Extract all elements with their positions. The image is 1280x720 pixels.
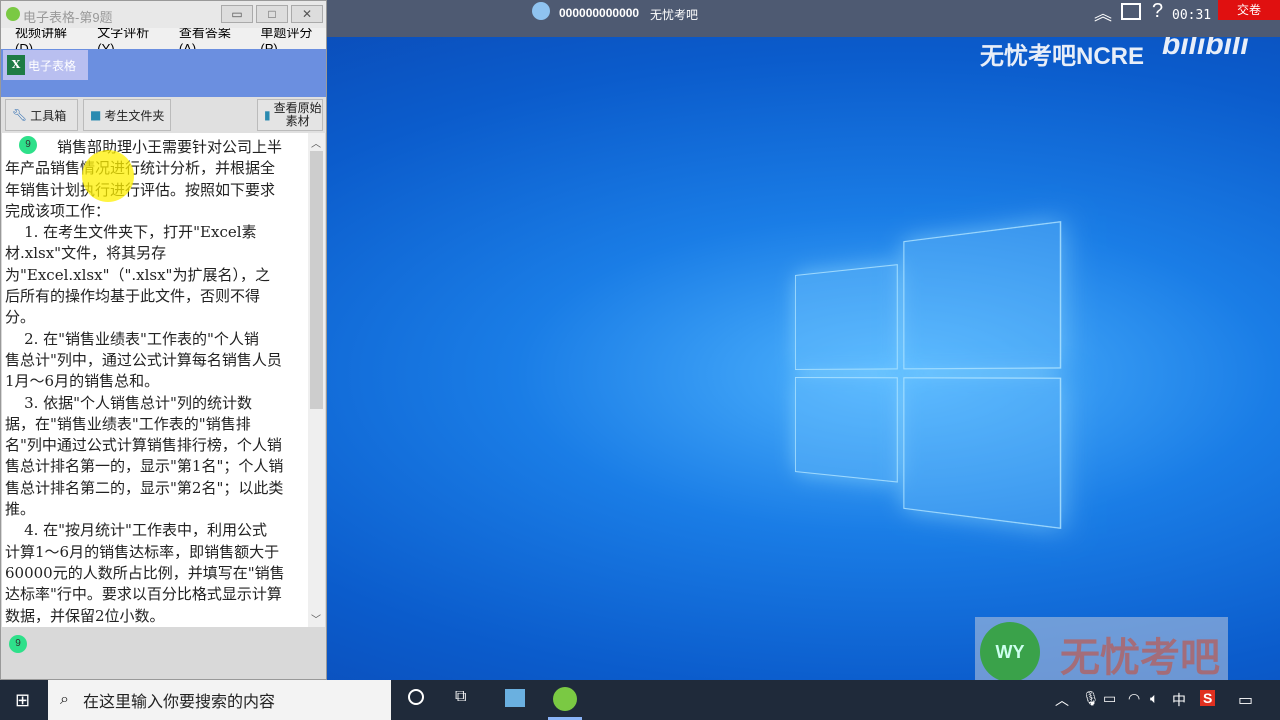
microphone-icon[interactable]: 🎙︎ — [1082, 690, 1100, 707]
maximize-button[interactable]: □ — [256, 5, 288, 23]
scroll-thumb[interactable] — [310, 151, 323, 409]
timer: 00:31 — [1172, 8, 1212, 23]
app-icon — [6, 7, 20, 21]
search-placeholder: 在这里输入你要搜索的内容 — [82, 694, 275, 711]
wifi-icon[interactable]: ◠ — [1128, 690, 1140, 707]
text-line: 推。 — [5, 500, 36, 519]
window-icon[interactable] — [1121, 3, 1141, 20]
toolbox-button[interactable]: 🔧︎ 工具箱 — [5, 99, 78, 131]
menu-bar: 视频讲解(D) 文字评析(Y) 查看答案(A) 单题评分(P) — [1, 25, 326, 56]
wy-logo: WY — [980, 622, 1040, 682]
cortana-icon[interactable] — [408, 689, 424, 705]
battery-icon[interactable]: ▭ — [1103, 690, 1116, 707]
view-original-line2: 素材 — [285, 114, 310, 128]
text-line: 1月～6月的销售总和。 — [5, 372, 160, 391]
text-line: 60000元的人数所占比例，并填写在"销售 — [5, 563, 285, 582]
text-line: 售总计排名第一的，显示"第1名"；个人销 — [5, 457, 284, 476]
text-line: 完成该项工作： — [5, 201, 111, 220]
text-line: 后所有的操作均基于此文件，否则不得 — [5, 287, 261, 306]
scroll-down-icon[interactable]: ﹀ — [311, 611, 321, 626]
text-line: 达标率"行中。要求以百分比格式显示计算 — [5, 585, 282, 604]
scroll-up-icon[interactable]: ︿ — [311, 135, 321, 150]
submit-button[interactable]: 交卷 — [1218, 0, 1280, 20]
text-line: 名"列中通过公式计算销售排行榜，个人销 — [5, 436, 282, 455]
excel-icon: X — [7, 55, 25, 75]
wy-watermark-text: 无忧考吧 — [1060, 636, 1220, 680]
text-line: 年产品销售情况进行统计分析，并根据全 — [5, 159, 276, 178]
wy-watermark: WY 无忧考吧 — [975, 617, 1228, 687]
tool-row: 🔧︎ 工具箱 ■ 考生文件夹 ▮ 查看原始 素材 — [1, 97, 326, 133]
help-icon[interactable]: ? — [1152, 0, 1163, 23]
text-line: 销售部助理小王需要针对公司上半 — [57, 138, 283, 156]
brand-label: 无忧考吧 — [650, 8, 699, 22]
title-bar: 电子表格-第9题 ▭ □ ✕ — [1, 1, 326, 28]
ncre-watermark: 无忧考吧NCRE — [980, 43, 1145, 70]
text-line: 3. 依据"个人销售总计"列的统计数 — [5, 393, 252, 412]
scrollbar[interactable]: ︿ ﹀ — [308, 133, 325, 627]
text-line: 为"Excel.xlsx"（".xlsx"为扩展名），之 — [5, 265, 270, 284]
tab-band: X 电子表格 — [1, 49, 326, 97]
minimize-button[interactable]: ▭ — [221, 5, 253, 23]
folder-label: 考生文件夹 — [104, 108, 165, 123]
text-line: 4. 在"按月统计"工作表中，利用公式 — [5, 521, 267, 540]
tab-label: 电子表格 — [28, 58, 77, 73]
task-view-icon[interactable]: ⧉ — [455, 688, 466, 706]
student-folder-button[interactable]: ■ 考生文件夹 — [83, 99, 171, 131]
ime-indicator[interactable]: 中 — [1172, 690, 1186, 710]
app-window-icon[interactable] — [505, 689, 525, 707]
notification-icon[interactable]: ▭ — [1238, 690, 1253, 710]
question-number-badge: 9 — [19, 136, 37, 154]
sogou-icon[interactable]: S — [1200, 690, 1216, 706]
wrench-icon: 🔧︎ — [12, 108, 28, 122]
user-icon — [532, 2, 550, 20]
text-line: 数据，并保留2位小数。 — [5, 606, 165, 625]
taskbar-search[interactable]: ⌕ 在这里输入你要搜索的内容 — [48, 680, 391, 720]
file-icon: ▮ — [264, 107, 271, 122]
windows-logo — [795, 221, 1062, 529]
volume-icon[interactable]: 🔈︎ — [1150, 690, 1158, 707]
question-text[interactable]: 9 销售部助理小王需要针对公司上半 年产品销售情况进行统计分析，并根据全 年销售… — [2, 133, 308, 627]
view-original-line1: 查看原始 — [273, 101, 322, 115]
text-line: 2. 在"销售业绩表"工作表的"个人销 — [5, 329, 259, 348]
wy-app-icon[interactable] — [553, 687, 577, 711]
text-line: 分。 — [5, 308, 36, 327]
text-line: 计算1～6月的销售达标率，即销售额大于 — [5, 542, 280, 561]
search-icon: ⌕ — [60, 691, 69, 708]
text-line: 售总计排名第二的，显示"第2名"；以此类 — [5, 478, 284, 497]
cursor-highlight — [82, 150, 134, 202]
text-line: 1. 在考生文件夹下，打开"Excel素 — [5, 223, 257, 242]
text-line: 材.xlsx"文件，将其另存 — [5, 244, 167, 263]
text-line: 年销售计划执行进行评估。按照如下要求 — [5, 180, 276, 199]
windows-start-icon[interactable]: ⊞ — [15, 690, 30, 711]
taskbar: ⊞ ⌕ 在这里输入你要搜索的内容 ⧉ ︿ 🎙︎ ▭ ◠ 🔈︎ 中 S ▭ — [0, 680, 1280, 720]
text-line: 售总计"列中，通过公式计算每名销售人员 — [5, 350, 282, 369]
tab-spreadsheet[interactable]: X 电子表格 — [3, 50, 88, 80]
bottom-question-badge[interactable]: 9 — [9, 635, 27, 653]
collapse-icon[interactable]: ︽ — [1094, 0, 1112, 26]
view-original-button[interactable]: ▮ 查看原始 素材 — [257, 99, 323, 131]
window-title: 电子表格-第9题 — [23, 10, 113, 25]
folder-icon: ■ — [90, 108, 102, 122]
close-button[interactable]: ✕ — [291, 5, 323, 23]
text-line: 据，在"销售业绩表"工作表的"销售排 — [5, 414, 251, 433]
tray-chevron-icon[interactable]: ︿ — [1055, 690, 1069, 710]
user-id: 000000000000 — [559, 6, 640, 20]
toolbox-label: 工具箱 — [30, 108, 67, 123]
